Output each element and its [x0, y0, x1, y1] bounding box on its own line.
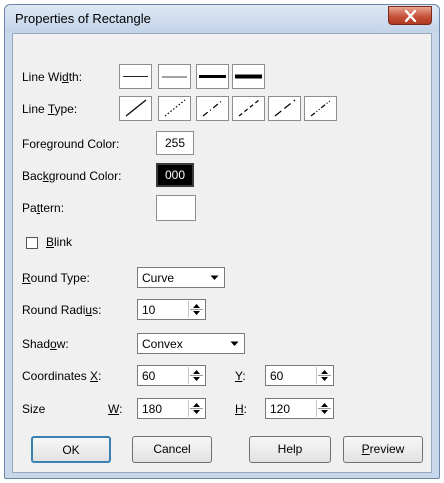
shadow-label: Shadow:: [22, 337, 69, 351]
foreground-color-label: Foreground Color:: [22, 137, 120, 151]
ok-button[interactable]: OK: [31, 436, 111, 463]
cancel-button[interactable]: Cancel: [132, 436, 212, 463]
close-button[interactable]: [388, 6, 432, 25]
line-width-label: Line Width:: [22, 70, 83, 84]
pattern-button[interactable]: [156, 195, 196, 221]
line-width-option-4[interactable]: [232, 64, 265, 89]
preview-button[interactable]: Preview: [343, 436, 423, 463]
height-spinner[interactable]: 120: [265, 398, 334, 419]
width-spinner[interactable]: 180: [137, 398, 206, 419]
width-value: 180: [142, 402, 163, 416]
spin-updown-icon[interactable]: [316, 367, 332, 384]
background-color-label: Background Color:: [22, 169, 122, 183]
spin-updown-icon[interactable]: [188, 301, 204, 318]
round-radius-value: 10: [142, 303, 156, 317]
foreground-color-button[interactable]: 255: [156, 131, 194, 155]
line-width-option-2[interactable]: [158, 64, 191, 89]
line-type-solid[interactable]: [119, 96, 152, 121]
round-radius-spinner[interactable]: 10: [137, 299, 206, 320]
line-type-label: Line Type:: [22, 102, 78, 116]
round-type-label: Round Type:: [22, 271, 90, 285]
dialog-body: Line Width: Line Type: Foreground Color:…: [12, 33, 432, 473]
pattern-label: Pattern:: [22, 201, 65, 215]
round-type-select[interactable]: Curve: [137, 267, 225, 288]
coord-x-spinner[interactable]: 60: [137, 365, 206, 386]
round-radius-label: Round Radius:: [22, 303, 102, 317]
shadow-select[interactable]: Convex: [137, 333, 245, 354]
chevron-down-icon: [210, 275, 219, 280]
line-type-dashed[interactable]: [232, 96, 265, 121]
spin-updown-icon[interactable]: [188, 367, 204, 384]
close-icon: [404, 10, 417, 22]
coord-x-value: 60: [142, 369, 156, 383]
size-label: Size: [22, 402, 46, 416]
spin-updown-icon[interactable]: [316, 400, 332, 417]
dialog-title: Properties of Rectangle: [15, 11, 151, 26]
height-label: H:: [235, 402, 248, 416]
blink-label[interactable]: Blink: [46, 235, 72, 249]
help-button[interactable]: Help: [249, 436, 331, 463]
coord-y-value: 60: [270, 369, 284, 383]
title-bar[interactable]: Properties of Rectangle: [5, 5, 439, 33]
coord-y-label: Y:: [235, 369, 246, 383]
line-width-option-1[interactable]: [119, 64, 152, 89]
coord-y-spinner[interactable]: 60: [265, 365, 334, 386]
coordinates-label: Coordinates X:: [22, 369, 102, 383]
background-color-button[interactable]: 000: [156, 163, 194, 187]
width-label: W:: [108, 402, 123, 416]
height-value: 120: [270, 402, 291, 416]
line-type-dash-dot-dot[interactable]: [304, 96, 337, 121]
properties-dialog: Properties of Rectangle Line Width: Line…: [4, 4, 440, 479]
line-width-option-3[interactable]: [196, 64, 229, 89]
line-type-dash-dot[interactable]: [196, 96, 229, 121]
spin-updown-icon[interactable]: [188, 400, 204, 417]
line-type-dotted[interactable]: [158, 96, 191, 121]
chevron-down-icon: [230, 341, 239, 346]
line-type-long-dash[interactable]: [268, 96, 301, 121]
blink-checkbox[interactable]: [26, 237, 38, 249]
shadow-value: Convex: [142, 337, 183, 351]
round-type-value: Curve: [142, 271, 175, 285]
